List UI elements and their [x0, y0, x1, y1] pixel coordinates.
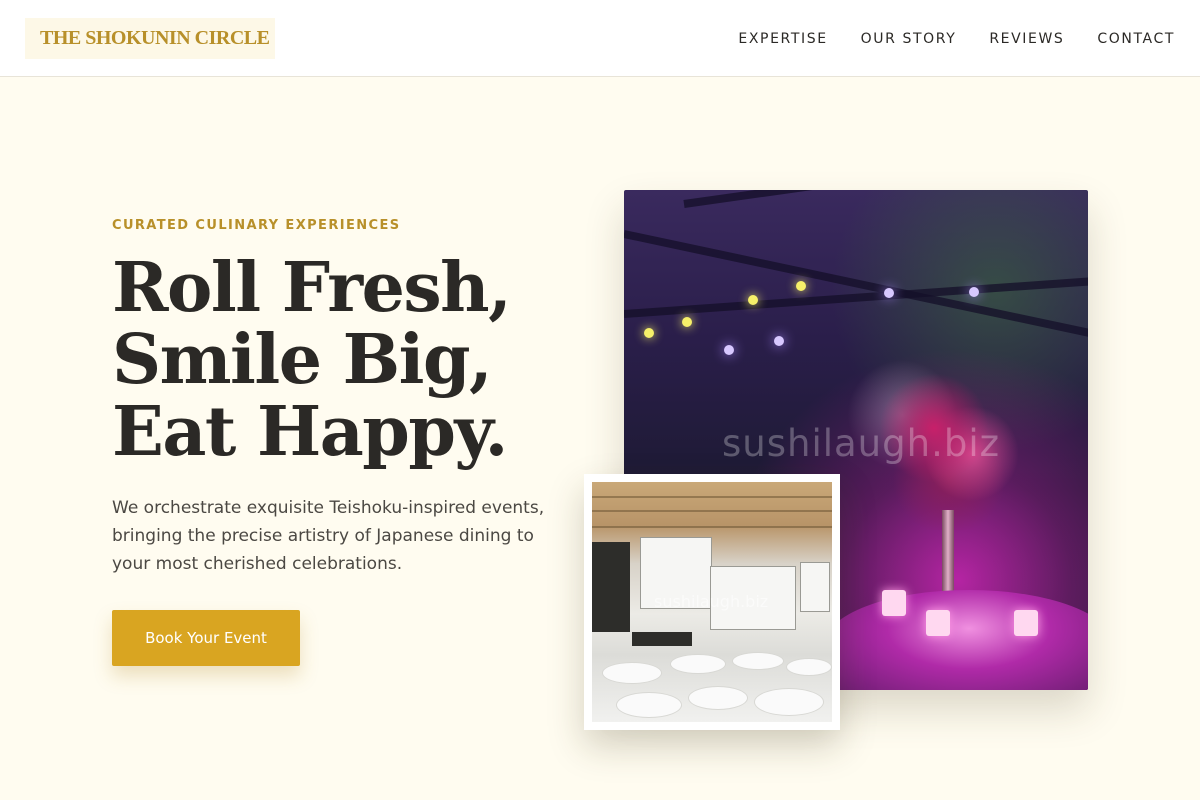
main-nav: EXPERTISE OUR STORY REVIEWS CONTACT — [738, 0, 1175, 77]
banquet-hall-photo: sushilaugh.biz — [592, 482, 832, 722]
nav-link-expertise[interactable]: EXPERTISE — [738, 31, 827, 47]
hero-description: We orchestrate exquisite Teishoku-inspir… — [112, 498, 545, 574]
nav-link-reviews[interactable]: REVIEWS — [989, 31, 1064, 47]
banquet-hall-photo-frame: sushilaugh.biz — [584, 474, 840, 730]
hero-eyebrow: CURATED CULINARY EXPERIENCES — [112, 218, 401, 233]
watermark-text: sushilaugh.biz — [722, 422, 1001, 465]
nav-link-contact[interactable]: CONTACT — [1097, 31, 1175, 47]
inset-watermark-text: sushilaugh.biz — [654, 592, 769, 611]
site-logo[interactable]: THE SHOKUNIN CIRCLE — [25, 18, 275, 59]
book-event-button[interactable]: Book Your Event — [112, 610, 300, 666]
site-header: THE SHOKUNIN CIRCLE EXPERTISE OUR STORY … — [0, 0, 1200, 77]
hero-headline: Roll Fresh, Smile Big, Eat Happy. — [112, 248, 512, 472]
nav-link-our-story[interactable]: OUR STORY — [861, 31, 957, 47]
